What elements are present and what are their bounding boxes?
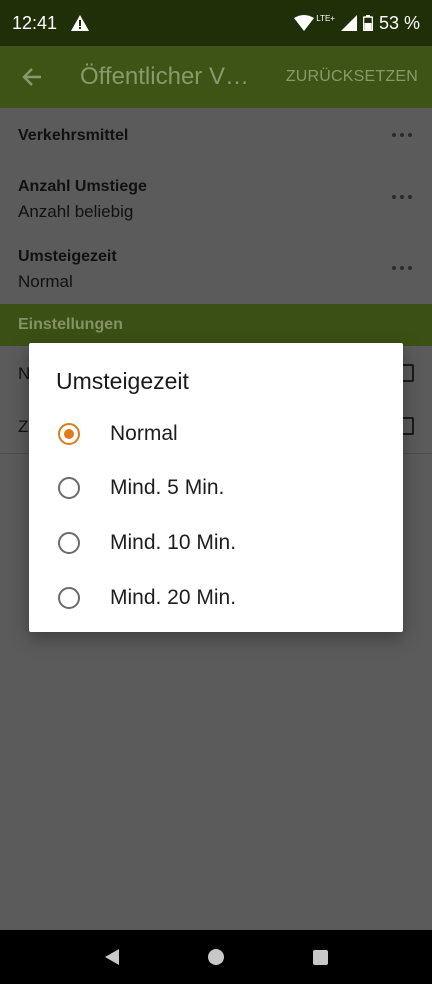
back-arrow-icon[interactable] [4, 46, 60, 108]
nav-home-icon[interactable] [207, 949, 224, 965]
battery-percent: 53 % [378, 12, 420, 33]
network-type-label: LTE+ [316, 13, 335, 23]
dialog-title: Umsteigezeit [56, 368, 189, 394]
pref-title: Anzahl Umstiege [18, 178, 147, 195]
nav-recents-icon[interactable] [312, 949, 328, 965]
pref-title: Umsteigezeit [18, 248, 117, 265]
system-nav-bar [0, 930, 432, 984]
radio-button[interactable] [58, 587, 80, 609]
pref-item-verkehrsmittel[interactable]: Verkehrsmittel [0, 108, 432, 164]
pref-summary: Anzahl beliebig [18, 202, 134, 221]
section-header: Einstellungen [0, 304, 432, 346]
radio-button[interactable] [58, 477, 80, 499]
signal-icon [340, 15, 357, 31]
umsteigezeit-dialog: Umsteigezeit Normal Mind. 5 Min. Mind. 1… [29, 343, 403, 632]
option-label: Mind. 20 Min. [110, 586, 237, 609]
setting-label: Z [18, 417, 29, 436]
pref-title: Verkehrsmittel [18, 127, 129, 144]
battery-icon [362, 15, 373, 31]
warning-icon [71, 15, 90, 31]
radio-button-checked[interactable] [58, 423, 80, 445]
status-time: 12:41 [12, 12, 58, 33]
pref-summary: Normal [18, 272, 73, 291]
page-title: Öffentlicher V… [80, 63, 249, 90]
more-dots-icon[interactable] [392, 195, 412, 201]
app-bar: Öffentlicher V… ZURÜCKSETZEN [0, 46, 432, 108]
option-label: Normal [110, 422, 178, 445]
option-normal[interactable]: Normal [29, 407, 403, 461]
section-header-label: Einstellungen [18, 316, 123, 333]
wifi-icon [294, 15, 315, 31]
status-bar: 12:41 LTE+ 53 % [0, 0, 432, 46]
reset-button[interactable]: ZURÜCKSETZEN [286, 68, 418, 86]
option-5-min[interactable]: Mind. 5 Min. [29, 461, 403, 515]
option-label: Mind. 5 Min. [110, 476, 225, 499]
pref-item-anzahl-umstiege[interactable]: Anzahl Umstiege Anzahl beliebig [0, 164, 432, 234]
more-dots-icon[interactable] [392, 266, 412, 272]
status-indicators: LTE+ 53 % [294, 13, 420, 34]
option-label: Mind. 10 Min. [110, 531, 237, 554]
more-dots-icon[interactable] [392, 133, 412, 139]
option-10-min[interactable]: Mind. 10 Min. [29, 516, 403, 570]
nav-back-icon[interactable] [104, 949, 119, 965]
pref-item-umsteigezeit[interactable]: Umsteigezeit Normal [0, 234, 432, 304]
option-20-min[interactable]: Mind. 20 Min. [29, 571, 403, 625]
radio-button[interactable] [58, 532, 80, 554]
